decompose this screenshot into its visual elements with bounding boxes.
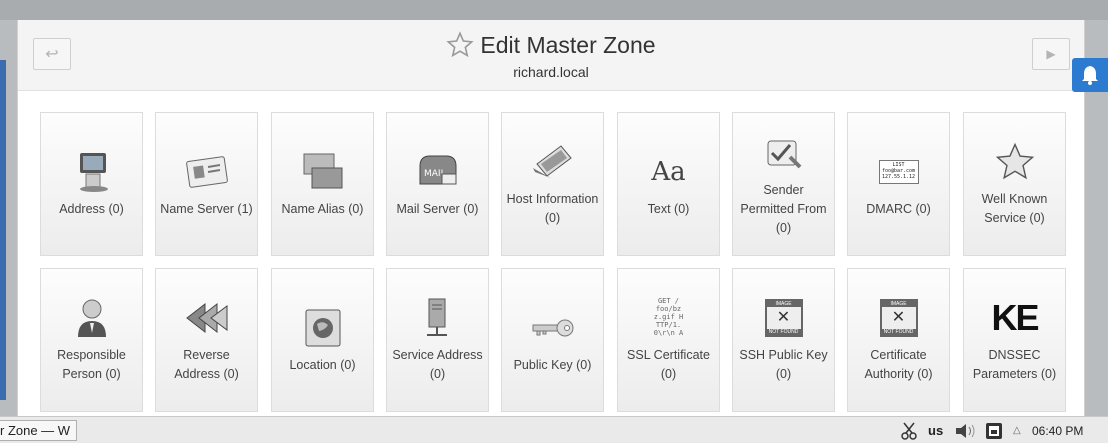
tile-name-alias[interactable]: Name Alias (0) xyxy=(271,112,374,256)
image-not-found-icon: IMAGE ✕ NOT FOUND xyxy=(877,296,921,340)
tile-service-address[interactable]: Service Address (0) xyxy=(386,268,489,412)
check-wrench-icon xyxy=(762,131,806,175)
ssl-icon-line: z.gif H xyxy=(653,313,684,321)
tile-address[interactable]: Address (0) xyxy=(40,112,143,256)
tile-label: Name Alias (0) xyxy=(281,201,364,216)
tile-host-information[interactable]: Host Information (0) xyxy=(501,112,604,256)
laptop-icon xyxy=(531,140,575,184)
tile-label: SSH Public Key (0) xyxy=(739,348,828,381)
volume-icon[interactable] xyxy=(954,417,978,443)
tile-ssl-certificate[interactable]: GET / foo/bz z.gif H TTP/1. 0\r\n A SSL … xyxy=(617,268,720,412)
ssl-icon-line: TTP/1. xyxy=(655,321,682,329)
star-icon xyxy=(993,140,1037,184)
tile-label: Address (0) xyxy=(59,201,124,216)
tile-label: Sender Permitted From (0) xyxy=(740,182,827,235)
page-header: ↩ Edit Master Zone richard.local ▶ xyxy=(18,20,1084,91)
tile-public-key[interactable]: Public Key (0) xyxy=(501,268,604,412)
font-aa-icon: Aa xyxy=(651,156,686,187)
tile-label: Responsible Person (0) xyxy=(57,348,126,381)
ke-logo-icon: KE xyxy=(991,297,1040,338)
desktop-top-strip xyxy=(0,0,1108,20)
tile-label: Mail Server (0) xyxy=(396,201,479,216)
tile-label: Location (0) xyxy=(289,357,356,372)
envelope-card-icon: LIST foo@bar.com 127.55.1.12 xyxy=(877,150,921,194)
bell-icon xyxy=(1082,66,1098,85)
dmarc-icon-line: foo@bar.com xyxy=(881,167,916,174)
notifications-button[interactable] xyxy=(1072,58,1108,92)
page-title: Edit Master Zone xyxy=(480,31,656,58)
tile-label: SSL Certificate (0) xyxy=(627,348,710,381)
image-caption-bottom: NOT FOUND xyxy=(881,329,916,335)
tile-certificate-authority[interactable]: IMAGE ✕ NOT FOUND Certificate Authority … xyxy=(847,268,950,412)
tile-label: Certificate Authority (0) xyxy=(864,348,933,381)
tile-label: Public Key (0) xyxy=(513,357,592,372)
chevron-up-icon[interactable]: △ xyxy=(1013,417,1021,443)
tile-well-known-service[interactable]: Well Known Service (0) xyxy=(963,112,1066,256)
edit-master-zone-window: ↩ Edit Master Zone richard.local ▶ Addre… xyxy=(17,20,1085,416)
tile-label: Name Server (1) xyxy=(160,201,253,216)
stacked-windows-icon xyxy=(301,150,345,194)
ssl-icon-line: GET / xyxy=(657,297,680,305)
person-icon xyxy=(70,296,114,340)
tile-mail-server[interactable]: MAIL Mail Server (0) xyxy=(386,112,489,256)
background-window-edge xyxy=(0,60,6,400)
printer-icon[interactable] xyxy=(984,417,1004,443)
certificate-text-icon: GET / foo/bz z.gif H TTP/1. 0\r\n A xyxy=(647,296,691,340)
tile-label: Reverse Address (0) xyxy=(174,348,239,381)
clock: 06:40 PM xyxy=(1032,423,1084,438)
tile-sender-permitted-from[interactable]: Sender Permitted From (0) xyxy=(732,112,835,256)
tile-name-server[interactable]: Name Server (1) xyxy=(155,112,258,256)
ssl-icon-line: foo/bz xyxy=(655,305,682,313)
computer-icon xyxy=(70,150,114,194)
page-subtitle: richard.local xyxy=(513,64,589,80)
image-caption-bottom: NOT FOUND xyxy=(766,329,801,335)
image-caption-top: IMAGE xyxy=(881,301,916,307)
mailbox-icon: MAIL xyxy=(416,150,460,194)
tile-label: Well Known Service (0) xyxy=(981,192,1048,225)
tile-responsible-person[interactable]: Responsible Person (0) xyxy=(40,268,143,412)
tile-label: Service Address (0) xyxy=(392,348,483,381)
play-forward-icon: ▶ xyxy=(1046,47,1056,61)
scissors-icon[interactable] xyxy=(900,417,918,443)
title-row: Edit Master Zone xyxy=(18,31,1084,59)
globe-icon xyxy=(301,306,345,350)
taskbar: r Zone — W us △ 06:40 PM xyxy=(0,416,1108,443)
tile-label: DNSSEC Parameters (0) xyxy=(972,348,1057,381)
tile-label: Text (0) xyxy=(647,201,690,216)
taskbar-window-item[interactable]: r Zone — W xyxy=(0,420,77,441)
forward-button[interactable]: ▶ xyxy=(1032,38,1070,70)
rewind-icon xyxy=(185,296,229,340)
tile-label: Host Information (0) xyxy=(506,192,599,225)
tile-dnssec-parameters[interactable]: KE DNSSEC Parameters (0) xyxy=(963,268,1066,412)
id-card-icon xyxy=(185,150,229,194)
keyboard-layout[interactable]: us xyxy=(928,417,943,443)
image-caption-top: IMAGE xyxy=(766,301,801,307)
dmarc-icon-line: 127.55.1.12 xyxy=(881,173,916,180)
taskbar-window-label: r Zone — W xyxy=(0,423,71,438)
tile-location[interactable]: Location (0) xyxy=(271,268,374,412)
tile-label: DMARC (0) xyxy=(866,201,931,216)
tile-ssh-public-key[interactable]: IMAGE ✕ NOT FOUND SSH Public Key (0) xyxy=(732,268,835,412)
server-icon xyxy=(416,296,460,340)
ssl-icon-line: 0\r\n A xyxy=(653,329,684,337)
key-icon xyxy=(531,306,575,350)
tile-reverse-address[interactable]: Reverse Address (0) xyxy=(155,268,258,412)
tile-dmarc[interactable]: LIST foo@bar.com 127.55.1.12 DMARC (0) xyxy=(847,112,950,256)
image-not-found-icon: IMAGE ✕ NOT FOUND xyxy=(762,296,806,340)
star-outline-icon[interactable] xyxy=(446,31,475,59)
tile-text[interactable]: Aa Text (0) xyxy=(617,112,720,256)
